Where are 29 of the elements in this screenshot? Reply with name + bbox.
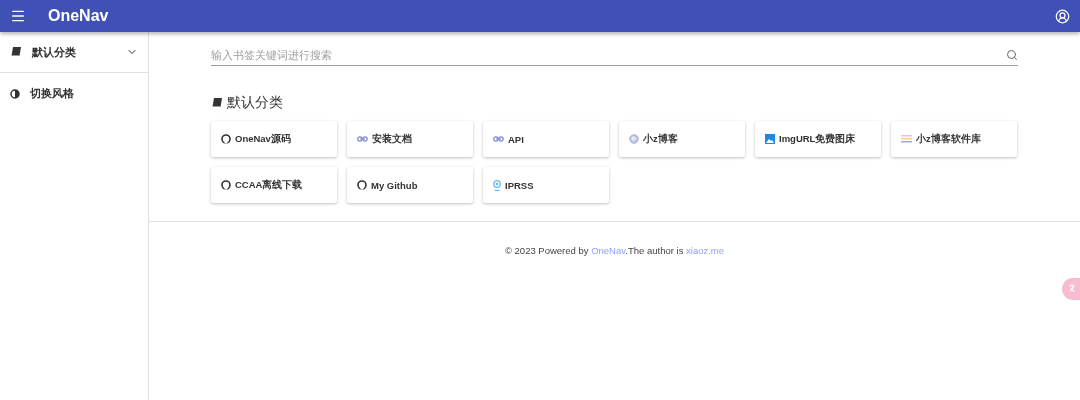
github-icon xyxy=(221,180,231,190)
bookmark-card[interactable]: 小z博客软件库 xyxy=(891,121,1017,157)
bookmark-card[interactable]: My Github xyxy=(347,167,473,203)
github-icon xyxy=(357,180,367,190)
footer-text: © 2023 Powered by OneNav.The author is xiaoz.me xyxy=(504,245,725,256)
bookmark-card[interactable]: CCAA离线下载 xyxy=(211,167,337,203)
link-icon xyxy=(357,136,368,142)
image-icon xyxy=(765,134,775,144)
bookmark-card[interactable]: ImgURL免费图床 xyxy=(755,121,881,157)
globe-icon xyxy=(629,134,639,144)
bookmark-card[interactable]: API xyxy=(483,121,609,157)
github-icon xyxy=(221,134,231,144)
search-icon[interactable] xyxy=(1006,48,1018,61)
sidebar-item[interactable]: 切换风格 xyxy=(30,86,138,101)
account-icon[interactable] xyxy=(1055,8,1070,24)
menu-icon[interactable] xyxy=(10,8,26,24)
app-title: OneNav xyxy=(48,7,110,25)
book-icon xyxy=(211,97,223,109)
badge-icon xyxy=(493,179,501,191)
sidebar-item[interactable]: 默认分类 xyxy=(32,44,116,60)
bookmark-card[interactable]: 小z博客 xyxy=(619,121,745,157)
link-icon xyxy=(493,136,504,142)
bookmark-card[interactable]: OneNav源码 xyxy=(211,121,337,157)
category-title: 默认分类 xyxy=(227,94,283,112)
book-icon xyxy=(10,46,22,58)
bookmark-card[interactable]: 安装文档 xyxy=(347,121,473,157)
list-icon xyxy=(901,135,912,143)
contrast-icon xyxy=(10,88,20,99)
bookmark-card[interactable]: IPRSS xyxy=(483,167,609,203)
